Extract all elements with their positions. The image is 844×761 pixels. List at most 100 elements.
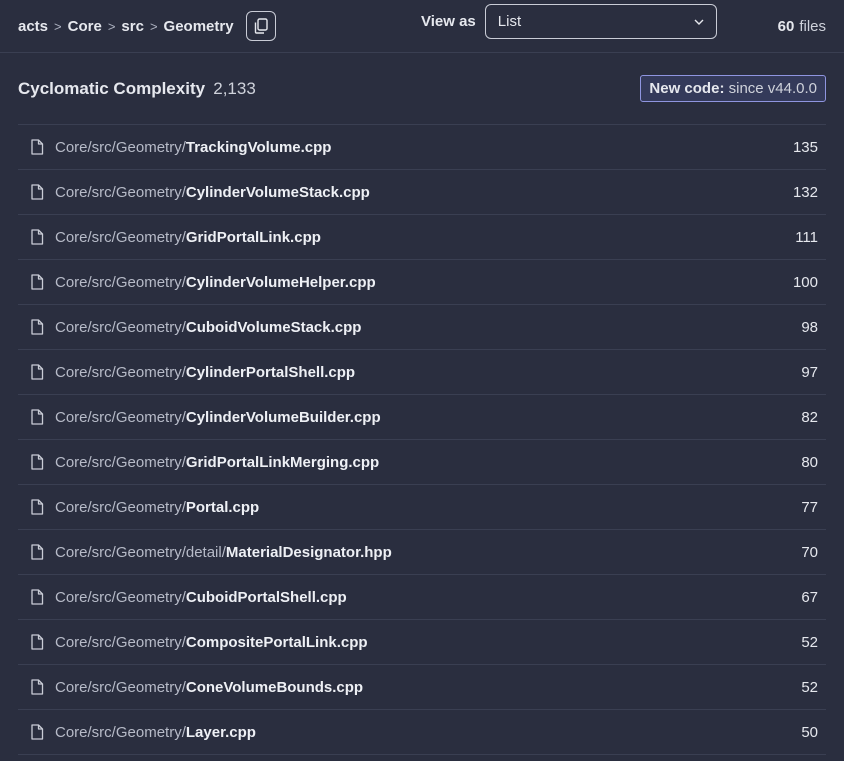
file-name: CylinderVolumeHelper.cpp <box>185 273 376 291</box>
file-path[interactable]: Core/src/Geometry/CylinderPortalShell.cp… <box>55 364 801 381</box>
file-path[interactable]: Core/src/Geometry/GridPortalLinkMerging.… <box>55 454 801 471</box>
file-icon <box>30 364 44 380</box>
file-name: CompositePortalLink.cpp <box>185 633 368 651</box>
file-icon <box>30 634 44 650</box>
file-name: ConeVolumeBounds.cpp <box>185 678 364 696</box>
new-code-label: New code: <box>649 80 725 97</box>
file-row[interactable]: Core/src/Geometry/Layer.cpp 50 <box>18 710 826 755</box>
file-name: MaterialDesignator.hpp <box>225 543 392 561</box>
file-dir: Core/src/Geometry/ <box>55 363 186 381</box>
file-row[interactable]: Core/src/Geometry/CylinderPortalShell.cp… <box>18 350 826 395</box>
file-path[interactable]: Core/src/Geometry/CylinderVolumeBuilder.… <box>55 409 801 426</box>
chevron-down-icon <box>694 19 704 25</box>
new-code-badge[interactable]: New code: since v44.0.0 <box>640 75 826 102</box>
file-row[interactable]: Core/src/Geometry/CylinderVolumeStack.cp… <box>18 170 826 215</box>
chevron-right-icon: > <box>54 18 62 34</box>
file-path[interactable]: Core/src/Geometry/TrackingVolume.cpp <box>55 139 793 156</box>
file-name: Portal.cpp <box>185 498 260 516</box>
view-as-select[interactable]: List <box>484 4 717 39</box>
complexity-value: 50 <box>801 723 818 741</box>
file-dir: Core/src/Geometry/ <box>55 678 186 696</box>
file-path[interactable]: Core/src/Geometry/CuboidPortalShell.cpp <box>55 589 801 606</box>
chevron-right-icon: > <box>149 18 158 34</box>
file-name: CylinderVolumeBuilder.cpp <box>185 408 381 426</box>
file-row[interactable]: Core/src/Geometry/detail/MaterialDesigna… <box>18 530 826 575</box>
breadcrumb-item[interactable]: Core <box>68 18 102 35</box>
file-row[interactable]: Core/src/Geometry/CuboidVolumeStack.cpp 9… <box>18 305 826 350</box>
file-path[interactable]: Core/src/Geometry/GridPortalLink.cpp <box>55 229 795 246</box>
file-row[interactable]: Core/src/Geometry/GridPortalLink.cpp 111 <box>18 215 826 260</box>
breadcrumb-item[interactable]: acts <box>18 18 48 35</box>
complexity-value: 52 <box>801 633 818 651</box>
view-as-selected-value: List <box>497 13 522 30</box>
file-icon <box>30 139 44 155</box>
files-count-number: 60 <box>777 18 795 35</box>
complexity-value: 111 <box>795 228 818 246</box>
files-count: 60 files <box>778 0 826 53</box>
complexity-value: 97 <box>801 363 818 381</box>
copy-path-button[interactable] <box>245 11 276 41</box>
file-icon <box>30 409 44 425</box>
file-name: CuboidPortalShell.cpp <box>185 588 347 606</box>
file-dir: Core/src/Geometry/ <box>55 273 186 291</box>
file-icon <box>30 544 44 560</box>
file-dir: Core/src/Geometry/ <box>55 408 186 426</box>
complexity-value: 67 <box>801 588 818 606</box>
file-path[interactable]: Core/src/Geometry/CuboidVolumeStack.cpp <box>55 319 801 336</box>
file-icon <box>30 589 44 605</box>
file-name: CylinderVolumeStack.cpp <box>185 183 370 201</box>
file-path[interactable]: Core/src/Geometry/CylinderVolumeHelper.c… <box>55 274 793 291</box>
metric-header: Cyclomatic Complexity 2,133 New code: si… <box>18 53 826 125</box>
file-icon <box>30 724 44 740</box>
file-path[interactable]: Core/src/Geometry/Portal.cpp <box>55 499 801 516</box>
file-row[interactable]: Core/src/Geometry/CylinderVolumeHelper.c… <box>18 260 826 305</box>
complexity-value: 100 <box>792 273 818 291</box>
file-dir: Core/src/Geometry/ <box>55 228 186 246</box>
complexity-value: 132 <box>792 183 818 201</box>
file-row[interactable]: Core/src/Geometry/GridPortalLinkMerging.… <box>18 440 826 485</box>
complexity-value: 82 <box>801 408 818 426</box>
file-dir: Core/src/Geometry/ <box>55 453 186 471</box>
copy-icon <box>254 18 268 34</box>
file-row[interactable]: Core/src/Geometry/CylinderVolumeBuilder.… <box>18 395 826 440</box>
file-icon <box>30 454 44 470</box>
complexity-value: 52 <box>801 678 818 696</box>
file-dir: Core/src/Geometry/ <box>55 723 186 741</box>
files-count-suffix: files <box>799 18 826 35</box>
file-row[interactable]: Core/src/Geometry/CompositePortalLink.cp… <box>18 620 826 665</box>
file-row[interactable]: Core/src/Geometry/CuboidPortalShell.cpp 6… <box>18 575 826 620</box>
file-icon <box>30 499 44 515</box>
file-dir: Core/src/Geometry/ <box>55 318 186 336</box>
file-icon <box>30 229 44 245</box>
breadcrumb-item[interactable]: src <box>121 18 144 35</box>
metric-value: 2,133 <box>213 78 256 98</box>
complexity-value: 70 <box>801 543 818 561</box>
file-name: CylinderPortalShell.cpp <box>185 363 356 381</box>
file-path[interactable]: Core/src/Geometry/ConeVolumeBounds.cpp <box>55 679 801 696</box>
file-list: Core/src/Geometry/TrackingVolume.cpp 135 C… <box>18 125 826 755</box>
complexity-value: 77 <box>801 498 818 516</box>
view-as-control: View as List <box>421 4 717 39</box>
file-name: GridPortalLink.cpp <box>185 228 321 246</box>
file-path[interactable]: Core/src/Geometry/CylinderVolumeStack.cp… <box>55 184 793 201</box>
file-row[interactable]: Core/src/Geometry/ConeVolumeBounds.cpp 52 <box>18 665 826 710</box>
file-path[interactable]: Core/src/Geometry/detail/MaterialDesigna… <box>55 544 801 561</box>
top-bar: acts > Core > src > Geometry View as Lis… <box>0 0 844 53</box>
file-name: Layer.cpp <box>185 723 256 741</box>
metric-title: Cyclomatic Complexity <box>18 78 206 98</box>
complexity-value: 80 <box>801 453 818 471</box>
file-dir: Core/src/Geometry/ <box>55 498 186 516</box>
file-icon <box>30 679 44 695</box>
file-dir: Core/src/Geometry/ <box>55 588 186 606</box>
file-row[interactable]: Core/src/Geometry/TrackingVolume.cpp 135 <box>18 125 826 170</box>
file-dir: Core/src/Geometry/ <box>55 183 186 201</box>
chevron-right-icon: > <box>107 18 116 34</box>
breadcrumb: acts > Core > src > Geometry <box>18 18 234 35</box>
new-code-text: since v44.0.0 <box>728 80 817 97</box>
file-row[interactable]: Core/src/Geometry/Portal.cpp 77 <box>18 485 826 530</box>
file-name: CuboidVolumeStack.cpp <box>185 318 362 336</box>
file-path[interactable]: Core/src/Geometry/CompositePortalLink.cp… <box>55 634 801 651</box>
file-icon <box>30 319 44 335</box>
file-path[interactable]: Core/src/Geometry/Layer.cpp <box>55 724 801 741</box>
breadcrumb-item[interactable]: Geometry <box>164 18 234 35</box>
